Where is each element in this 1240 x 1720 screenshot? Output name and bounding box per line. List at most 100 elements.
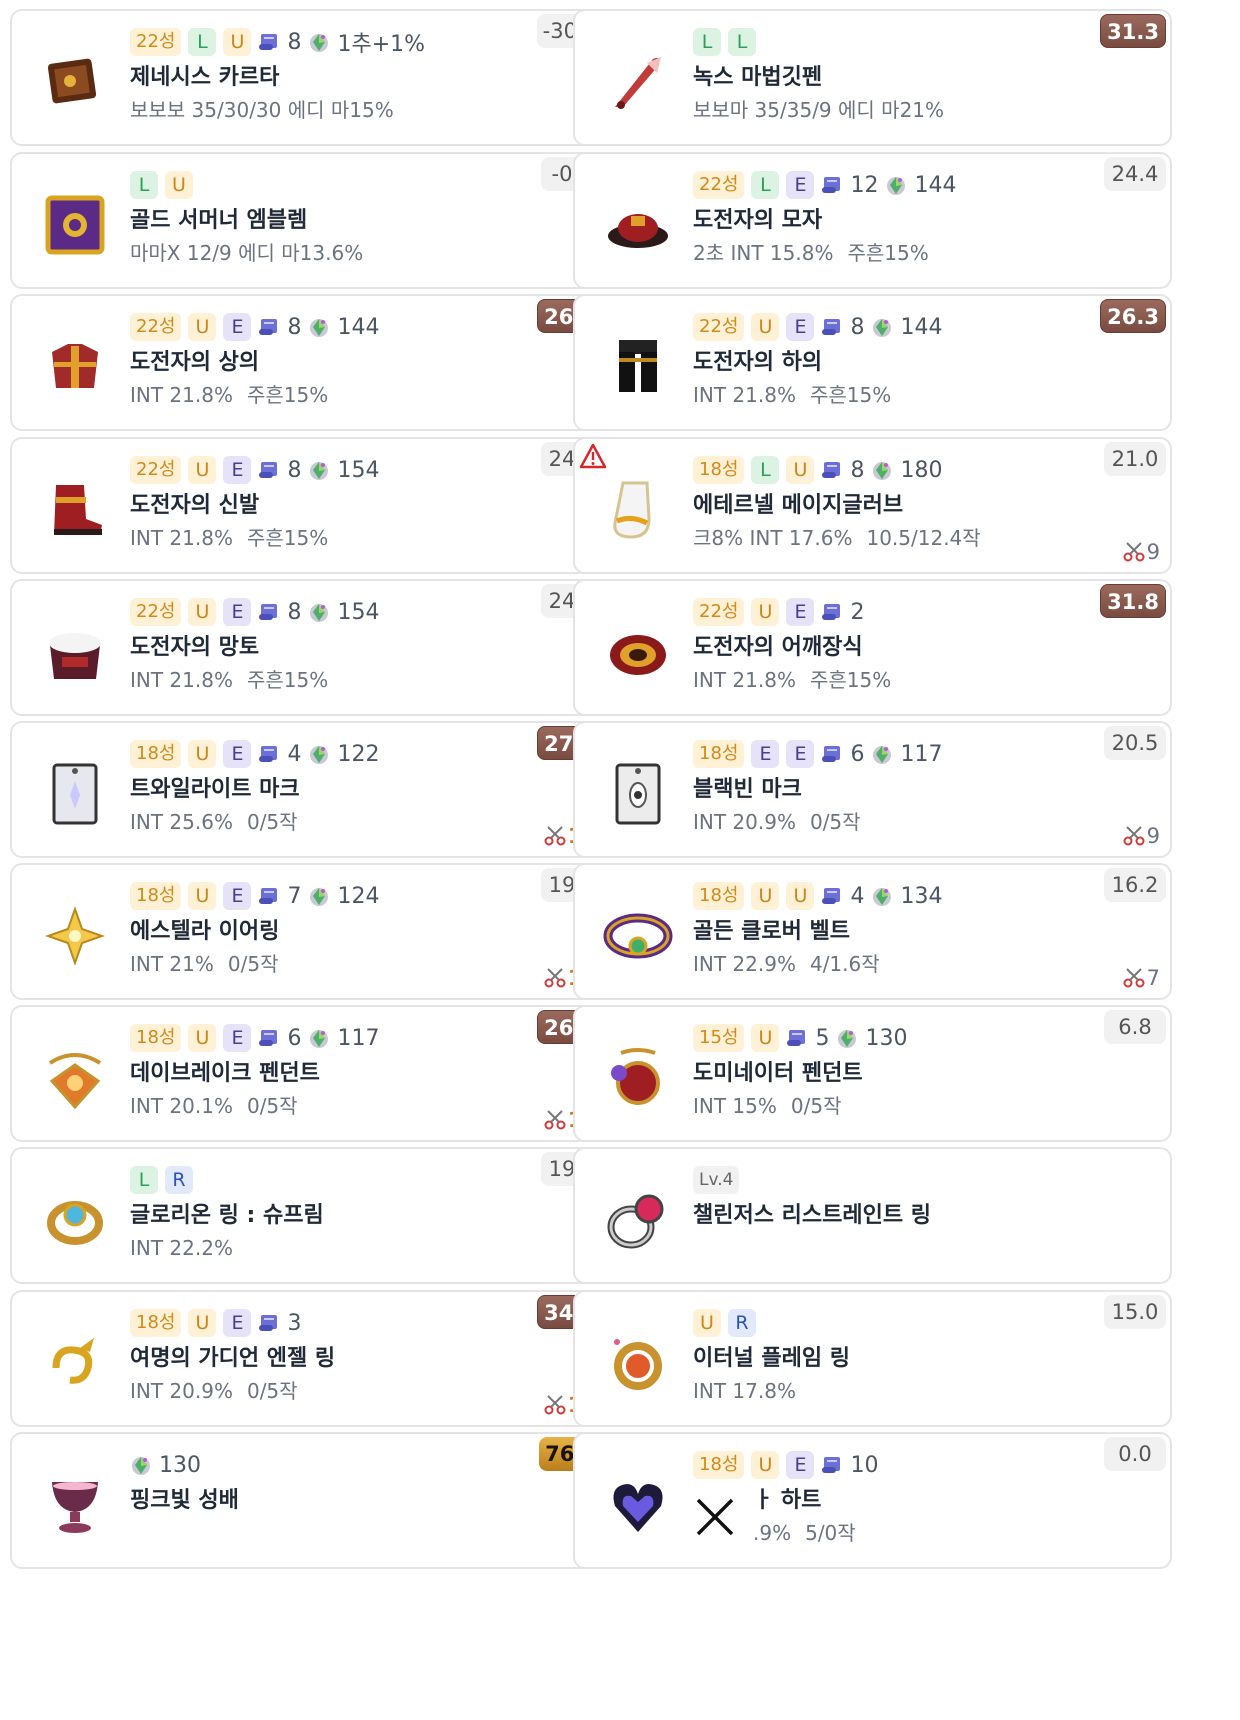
potential-grade-badge: E [223,1024,252,1052]
option-text: 크8% INT 17.6% [693,526,853,550]
equipment-card[interactable]: 18성 U E 10 ㅏ 하트 .9% 5/0작 0.0 [573,1432,1172,1569]
starforce-badge: 18성 [130,882,182,910]
item-tags: 18성 E E 6 117 [693,737,1090,771]
equipment-card[interactable]: 22성 L E 12 144 도전자의 모자 2초 INT 15.8% 주흔15% 24.4 [573,152,1172,289]
item-icon [32,893,118,979]
equipment-card[interactable]: 18성UE3여명의 가디언 엔젤 링INT 20.9%0/5작34.610 [10,1290,609,1427]
upgrade-count: 6 [850,741,865,767]
item-icon [32,39,118,125]
equipment-card[interactable]: 18성 L U 8 180 에테르넬 메이지글러브 크8% INT 17.6% 10.5/12… [573,437,1172,574]
potential-grade-badge: E [751,740,780,768]
equipment-card[interactable]: 18성UE6117데이브레이크 펜던트INT 20.1%0/5작26.610 [10,1005,609,1142]
item-icon [32,751,118,837]
item-details: 18성 E E 6 117 블랙빈 마크 INT 20.9% 0/5작 [693,737,1090,837]
item-name: 도전자의 신발 [130,493,260,518]
item-details: 15성 U 5 130 도미네이터 펜던트 INT 15% 0/5작 [693,1021,1090,1121]
item-name: 도미네이터 펜던트 [693,1061,863,1086]
item-tags: 22성 L U 8 1추+1% [130,25,527,59]
potential-grade-badge: E [223,740,252,768]
potential-grade-badge: U [223,28,252,56]
equipment-card[interactable]: L L 녹스 마법깃펜 보보마 35/35/9 에디 마21% 31.3 [573,9,1172,146]
soul-crystal-icon [308,316,330,338]
item-icon [595,893,681,979]
equipment-card[interactable]: 22성 U E 8 144 도전자의 하의 INT 21.8% 주흔15% 26.3 [573,294,1172,431]
flame-value: 130 [865,1025,908,1051]
upgrade-count: 4 [850,883,865,909]
item-icon [595,324,681,410]
item-options: 2초 INT 15.8% 주흔15% [693,238,1090,268]
equipment-card[interactable]: 22성 U E 8 154 도전자의 신발 INT 21.8% 주흔15% 24.7 [10,437,609,574]
scissors-value: 9 [1146,824,1160,848]
starforce-badge: 18성 [130,1024,182,1052]
potential-grade-badge: U [751,1024,780,1052]
scissors-icon [1123,541,1145,563]
equipment-card[interactable]: 22성 U E 8 144 도전자의 상의 INT 21.8% 주흔15% 26.3 [10,294,609,431]
item-tags: 22성 U E 2 [693,595,1090,629]
item-tags: LU [130,168,527,202]
item-details: 22성 L U 8 1추+1% 제네시스 카르타 보보보 35/30/30 에디 마15% [130,25,527,125]
option-text: 10.5/12.4작 [866,526,981,550]
equipment-card[interactable]: 18성 E E 6 117 블랙빈 마크 INT 20.9% 0/5작 20.5 9 [573,721,1172,858]
item-icon [595,1035,681,1121]
item-name: 글로리온 링 : 슈프림 [130,1203,324,1228]
scissors-icon [544,825,566,847]
equipment-card[interactable]: 22성 L U 8 1추+1% 제네시스 카르타 보보보 35/30/30 에디 마15% -… [10,9,609,146]
item-options: INT 21.8% 주흔15% [693,665,1090,695]
starforce-badge: 15성 [693,1024,745,1052]
equipment-card[interactable]: 18성UE4122트와일라이트 마크INT 25.6%0/5작27.510 [10,721,609,858]
scissors-icon [1123,967,1145,989]
equipment-card[interactable]: 22성 U E 2 도전자의 어깨장식 INT 21.8% 주흔15% 31.8 [573,579,1172,716]
equipment-card[interactable]: 15성 U 5 130 도미네이터 펜던트 INT 15% 0/5작 6.8 [573,1005,1172,1142]
equipment-card[interactable]: L U 골드 서머너 엠블렘 마마X 12/9 에디 마13.6% -0.0 [10,152,609,289]
item-name: ㅏ 하트 [753,1488,822,1513]
option-text: INT 21% [130,952,214,976]
equipment-card[interactable]: 130 핑크빛 성배 76.4 [10,1432,609,1569]
flame-value: 154 [337,457,380,483]
equipment-card[interactable]: 18성 U U 4 134 골든 클로버 벨트 INT 22.9% 4/1.6작 16.2 7 [573,863,1172,1000]
soul-crystal-icon [308,743,330,765]
score-badge: 31.3 [1100,14,1166,48]
option-text: 4/1.6작 [809,952,880,976]
option-text: INT 20.9% [693,810,796,834]
equipment-card[interactable]: U R 이터널 플레임 링 INT 17.8% 15.0 [573,1290,1172,1427]
option-text: INT 20.1% [130,1094,233,1118]
upgrade-count: 4 [287,741,302,767]
scroll-icon [258,1313,280,1333]
option-text: 주흔15% [847,241,929,265]
equipment-card[interactable]: 18성UE7124에스텔라 이어링INT 21%0/5작19.610 [10,863,609,1000]
potential-grade-badge: U [751,313,780,341]
item-details: L L 녹스 마법깃펜 보보마 35/35/9 에디 마21% [693,25,1090,125]
item-tags: 22성 U E 8 144 [693,310,1090,344]
item-icon [595,751,681,837]
option-text: INT 21.8% [693,668,796,692]
score-badge: 26.3 [1100,299,1166,333]
upgrade-count: 8 [287,599,302,625]
flame-value: 134 [900,883,943,909]
potential-grade-badge: E [786,740,815,768]
scroll-icon [821,175,843,195]
item-options: INT 25.6% 0/5작 [130,807,527,837]
equipment-card[interactable]: Lv.4 챌린저스 리스트레인트 링 [573,1147,1172,1284]
item-details: 18성 U E 3 여명의 가디언 엔젤 링 INT 20.9% 0/5작 [130,1306,527,1406]
scroll-icon [821,317,843,337]
soul-crystal-icon [308,1027,330,1049]
potential-grade-badge: U [188,598,217,626]
scroll-icon [821,744,843,764]
upgrade-count: 10 [850,1452,879,1478]
starforce-badge: 18성 [130,740,182,768]
item-details: 22성 U E 8 154 도전자의 신발 INT 21.8% 주흔15% [130,453,527,553]
item-icon [32,1320,118,1406]
close-icon[interactable] [690,1492,740,1542]
flame-value: 117 [900,741,943,767]
potential-grade-badge: E [223,456,252,484]
scroll-icon [821,460,843,480]
scissors-value: 7 [1146,966,1160,990]
starforce-badge: 22성 [130,313,182,341]
potential-grade-badge: U [188,313,217,341]
item-options: INT 21.8% 주흔15% [130,523,527,553]
equipment-card[interactable]: 22성 U E 8 154 도전자의 망토 INT 21.8% 주흔15% 24.7 [10,579,609,716]
soul-crystal-icon [308,885,330,907]
equipment-card[interactable]: L R 글로리온 링 : 슈프림 INT 22.2% 19.0 [10,1147,609,1284]
item-details: 18성 U E 6 117 데이브레이크 펜던트 INT 20.1% 0/5작 [130,1021,527,1121]
item-details: 130 핑크빛 성배 [130,1448,527,1548]
